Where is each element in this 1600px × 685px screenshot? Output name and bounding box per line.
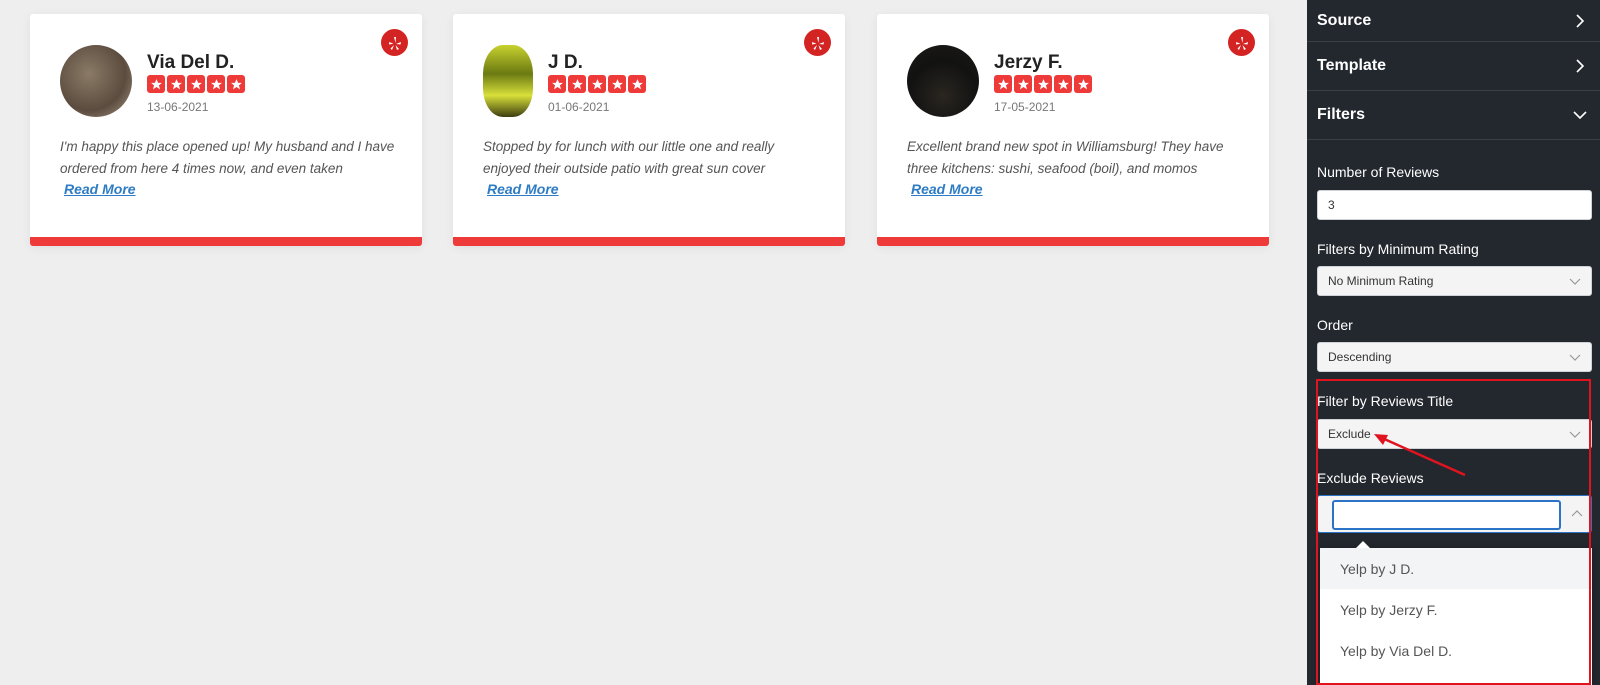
dropdown-option[interactable]: Yelp by J D. <box>1320 548 1592 589</box>
star-icon <box>1014 75 1032 93</box>
exclude-reviews-search-input[interactable] <box>1332 500 1561 530</box>
section-title: Template <box>1317 57 1387 74</box>
star-icon <box>588 75 606 93</box>
star-icon <box>1074 75 1092 93</box>
select-value: Descending <box>1328 350 1392 364</box>
number-of-reviews-input[interactable]: 3 <box>1317 190 1592 220</box>
star-icon <box>187 75 205 93</box>
section-title: Filters <box>1317 106 1366 123</box>
title-filter-label: Filter by Reviews Title <box>1317 393 1454 409</box>
section-template[interactable]: Template <box>1307 42 1600 91</box>
min-rating-select[interactable]: No Minimum Rating <box>1317 266 1592 296</box>
review-date: 01-06-2021 <box>548 100 610 114</box>
star-icon <box>167 75 185 93</box>
select-value: Exclude <box>1328 427 1371 441</box>
settings-panel: Source Template Filters Number of Review… <box>1307 0 1600 685</box>
preview-canvas: Via Del D. 13-06-2021 I'm happy this pla… <box>0 0 1307 685</box>
section-filters[interactable]: Filters <box>1307 91 1600 140</box>
star-icon <box>628 75 646 93</box>
yelp-icon <box>381 29 408 56</box>
chevron-down-icon <box>1573 111 1587 120</box>
star-icon <box>227 75 245 93</box>
section-title: Source <box>1317 11 1372 29</box>
review-date: 17-05-2021 <box>994 100 1056 114</box>
dropdown-option[interactable]: Yelp by Jerzy F. <box>1320 589 1592 630</box>
star-icon <box>207 75 225 93</box>
exclude-reviews-dropdown: Yelp by J D. Yelp by Jerzy F. Yelp by Vi… <box>1320 541 1592 685</box>
star-rating <box>548 75 646 93</box>
reviewer-name: J D. <box>548 52 583 73</box>
review-text: Excellent brand new spot in Williamsburg… <box>907 139 1224 176</box>
star-icon <box>568 75 586 93</box>
read-more-link[interactable]: Read More <box>487 181 559 197</box>
star-icon <box>1054 75 1072 93</box>
star-rating <box>994 75 1092 93</box>
star-icon <box>608 75 626 93</box>
avatar <box>907 45 979 117</box>
read-more-link[interactable]: Read More <box>911 181 983 197</box>
avatar <box>60 45 132 117</box>
yelp-icon <box>804 29 831 56</box>
review-text: Stopped by for lunch with our little one… <box>483 139 775 176</box>
number-of-reviews-label: Number of Reviews <box>1317 164 1440 180</box>
chevron-down-icon <box>1569 431 1581 438</box>
review-card: J D. 01-06-2021 Stopped by for lunch wit… <box>453 14 845 246</box>
chevron-down-icon <box>1569 278 1581 285</box>
star-icon <box>1034 75 1052 93</box>
star-icon <box>994 75 1012 93</box>
review-card: Jerzy F. 17-05-2021 Excellent brand new … <box>877 14 1269 246</box>
star-icon <box>147 75 165 93</box>
yelp-icon <box>1228 29 1255 56</box>
star-rating <box>147 75 245 93</box>
reviewer-name: Jerzy F. <box>994 52 1063 73</box>
avatar <box>483 45 533 117</box>
min-rating-label: Filters by Minimum Rating <box>1317 241 1479 257</box>
dropdown-option[interactable]: Yelp by Via Del D. <box>1320 630 1592 671</box>
chevron-down-icon <box>1569 354 1581 361</box>
read-more-link[interactable]: Read More <box>64 181 136 197</box>
chevron-right-icon <box>1576 59 1585 73</box>
reviewer-name: Via Del D. <box>147 52 235 73</box>
review-text: I'm happy this place opened up! My husba… <box>60 139 395 176</box>
chevron-up-icon <box>1571 510 1583 517</box>
star-icon <box>548 75 566 93</box>
order-label: Order <box>1317 317 1353 333</box>
order-select[interactable]: Descending <box>1317 342 1592 372</box>
exclude-reviews-multiselect[interactable] <box>1317 495 1592 533</box>
section-source[interactable]: Source <box>1307 0 1600 42</box>
chevron-right-icon <box>1576 13 1585 28</box>
annotation-arrow-icon <box>1374 434 1466 477</box>
input-value: 3 <box>1328 198 1335 212</box>
select-value: No Minimum Rating <box>1328 274 1434 288</box>
review-date: 13-06-2021 <box>147 100 209 114</box>
review-card: Via Del D. 13-06-2021 I'm happy this pla… <box>30 14 422 246</box>
